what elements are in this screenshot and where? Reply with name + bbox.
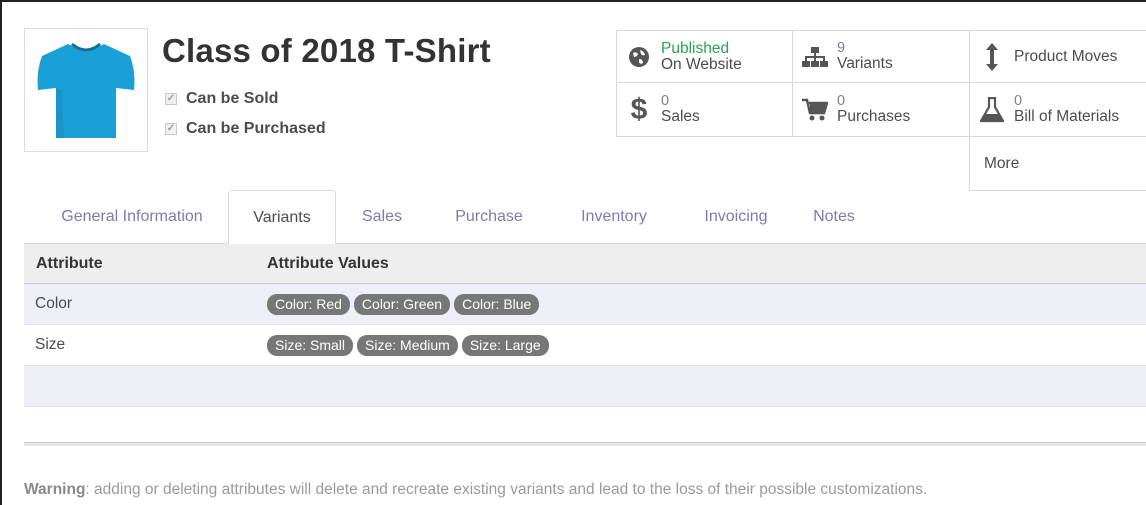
can-be-purchased-checkbox[interactable]: ✓ Can be Purchased <box>165 120 326 138</box>
variants-button[interactable]: 9 Variants <box>792 30 970 83</box>
arrows-vertical-icon <box>970 42 1014 71</box>
value-tag: Color: Blue <box>454 293 540 315</box>
published-status: Published <box>661 39 730 57</box>
bom-button[interactable]: 0 Bill of Materials <box>969 82 1146 137</box>
tab-sales[interactable]: Sales <box>342 190 422 244</box>
variants-count: 9 <box>837 40 846 57</box>
value-tag: Color: Green <box>353 293 451 315</box>
attribute-values-cell: Color: Red Color: Green Color: Blue <box>259 293 540 315</box>
more-button[interactable]: More <box>969 136 1146 191</box>
tab-notes[interactable]: Notes <box>794 190 874 244</box>
column-header-attribute[interactable]: Attribute <box>24 255 259 273</box>
table-row[interactable]: Color Color: Red Color: Green Color: Blu… <box>24 284 1146 325</box>
product-form: Class of 2018 T-Shirt ✓ Can be Sold ✓ Ca… <box>0 0 1146 505</box>
tab-inventory[interactable]: Inventory <box>552 190 676 244</box>
tab-invoicing[interactable]: Invoicing <box>674 190 798 244</box>
cart-icon <box>793 98 837 122</box>
purchases-button[interactable]: 0 Purchases <box>792 82 970 137</box>
value-tag: Color: Red <box>267 293 350 315</box>
product-moves-button[interactable]: Product Moves <box>969 30 1146 83</box>
product-title[interactable]: Class of 2018 T-Shirt <box>162 32 491 70</box>
purchases-count: 0 <box>837 93 846 110</box>
attribute-cell: Size <box>35 336 66 353</box>
sales-label: Sales <box>661 107 700 125</box>
attributes-table: Attribute Attribute Values Color Color: … <box>24 244 1146 448</box>
checkmark-icon[interactable]: ✓ <box>165 123 177 135</box>
variants-label: Variants <box>837 54 893 72</box>
bom-label: Bill of Materials <box>1014 107 1120 125</box>
attribute-values-cell: Size: Small Size: Medium Size: Large <box>259 334 549 356</box>
tab-variants[interactable]: Variants <box>228 190 336 245</box>
notebook-tabs: General Information Variants Sales Purch… <box>24 190 1146 245</box>
bom-count: 0 <box>1014 93 1023 110</box>
warning-message: : adding or deleting attributes will del… <box>85 481 928 498</box>
sales-button[interactable]: $ 0 Sales <box>616 82 793 137</box>
column-header-attribute-values[interactable]: Attribute Values <box>259 255 389 273</box>
published-button[interactable]: Published On Website <box>616 30 793 83</box>
sales-count: 0 <box>661 93 670 110</box>
globe-icon <box>617 45 661 69</box>
attribute-cell: Color <box>35 295 73 312</box>
product-image[interactable] <box>24 28 148 152</box>
tshirt-icon <box>37 42 135 138</box>
warning-strong: Warning <box>24 481 86 498</box>
product-moves-label: Product Moves <box>1014 47 1118 65</box>
dollar-icon: $ <box>630 92 648 126</box>
more-label: More <box>984 154 1020 172</box>
value-tag: Size: Small <box>267 334 354 356</box>
value-tag: Size: Medium <box>357 334 458 356</box>
can-be-sold-label: Can be Sold <box>186 90 279 107</box>
tab-purchase[interactable]: Purchase <box>434 190 544 244</box>
tab-general-information[interactable]: General Information <box>32 190 232 244</box>
purchases-label: Purchases <box>837 107 911 125</box>
can-be-purchased-label: Can be Purchased <box>186 120 326 137</box>
published-label: On Website <box>661 55 742 73</box>
table-header: Attribute Attribute Values <box>24 244 1146 284</box>
checkmark-icon[interactable]: ✓ <box>165 93 177 105</box>
table-row[interactable]: Size Size: Small Size: Medium Size: Larg… <box>24 325 1146 366</box>
warning-text: Warning: adding or deleting attributes w… <box>24 481 927 499</box>
empty-row[interactable] <box>24 366 1146 407</box>
value-tag: Size: Large <box>461 334 549 356</box>
can-be-sold-checkbox[interactable]: ✓ Can be Sold <box>165 90 278 108</box>
table-footer-divider <box>24 442 1146 446</box>
flask-icon <box>970 96 1014 123</box>
sitemap-icon <box>793 46 837 68</box>
